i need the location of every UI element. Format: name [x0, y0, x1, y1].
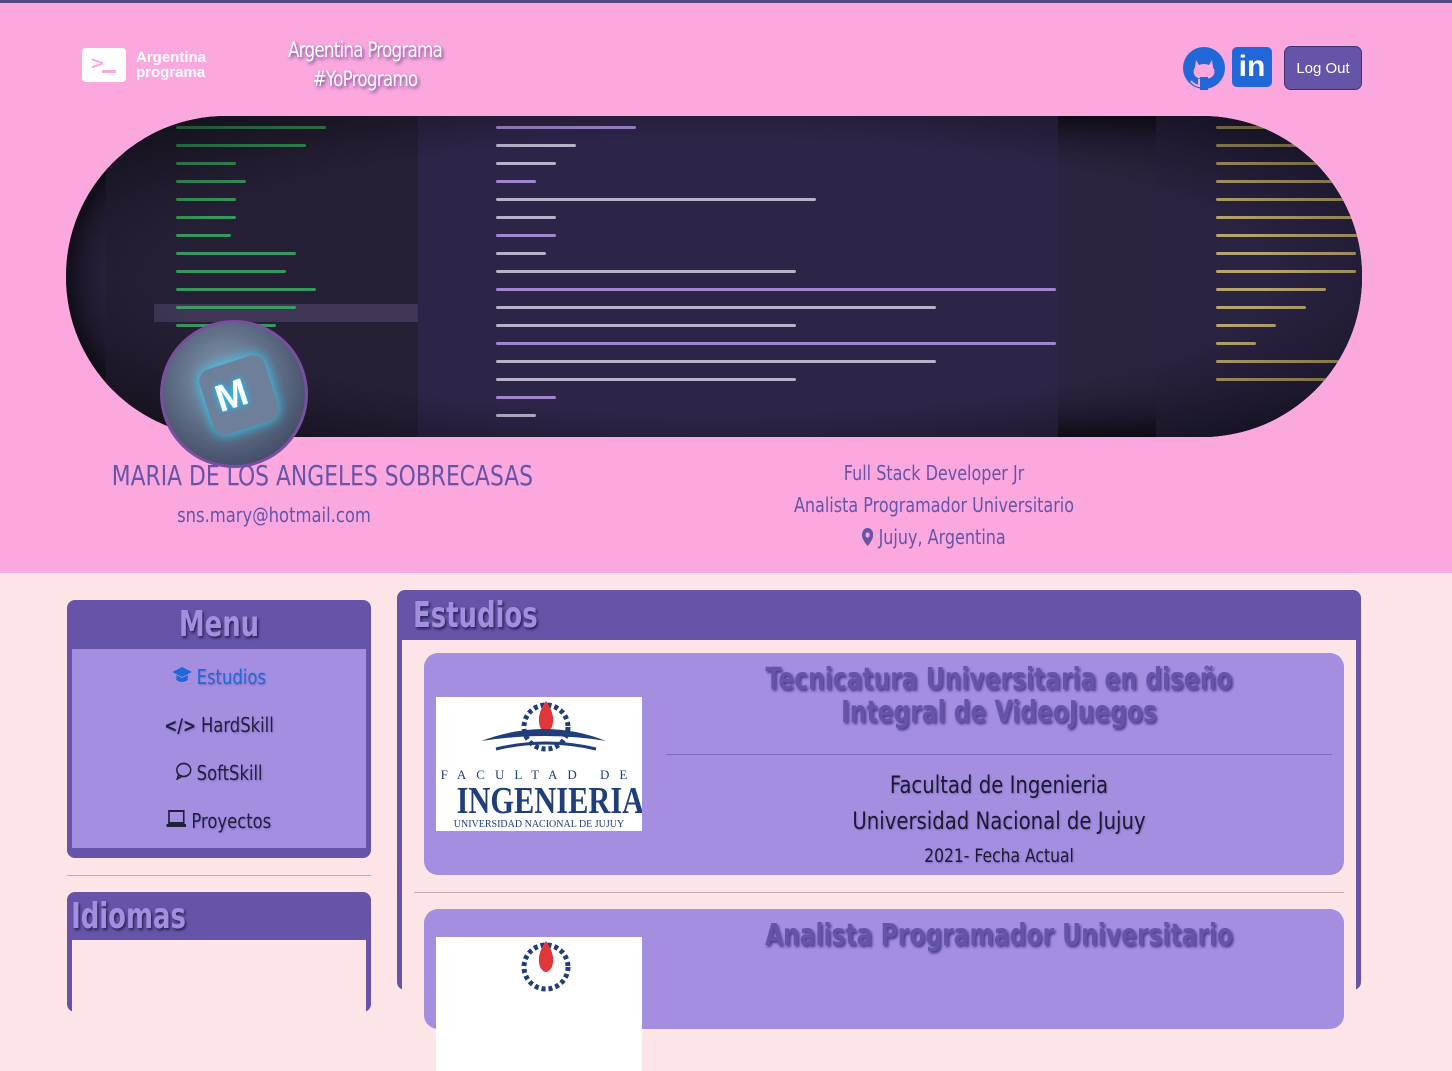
- profile-avatar: M: [160, 320, 308, 468]
- menu-item-label: Estudios: [196, 665, 266, 689]
- logo-text-line2: programa: [136, 64, 206, 81]
- study-separator: [414, 892, 1344, 893]
- estudios-panel: Estudios FACULTAD DE INGENIERIA UNIVERSI…: [397, 590, 1361, 1071]
- idiomas-title: Idiomas: [71, 896, 186, 937]
- menu-panel: Menu Estudios </> HardSkill SoftSkill Pro…: [67, 600, 371, 858]
- menu-item-proyectos[interactable]: Proyectos: [98, 809, 339, 833]
- profile-title1: Full Stack Developer Jr: [843, 461, 1025, 485]
- profile-location: Jujuy, Argentina: [774, 525, 1094, 549]
- chat-icon: [175, 762, 192, 785]
- menu-item-softskill[interactable]: SoftSkill: [98, 761, 339, 785]
- menu-item-label: SoftSkill: [196, 761, 263, 785]
- study-card: FACULTAD DE INGENIERIA UNIVERSIDAD NACIO…: [424, 653, 1344, 875]
- menu-title: Menu: [178, 604, 260, 645]
- profile-email: sns.mary@hotmail.com: [177, 503, 371, 527]
- study-institution1: Facultad de Ingenieria: [889, 771, 1109, 799]
- laptop-icon: [166, 810, 187, 833]
- argentina-programa-logo[interactable]: > Argentina programa: [82, 48, 206, 82]
- study-divider: [666, 754, 1332, 755]
- terminal-icon: >: [82, 48, 126, 82]
- facultad-ingenieria-logo: FACULTAD DE INGENIERIA UNIVERSIDAD NACIO…: [436, 697, 642, 831]
- menu-item-estudios[interactable]: Estudios: [98, 665, 339, 689]
- logo-text: Argentina programa: [136, 50, 206, 80]
- sidebar-divider: [67, 875, 371, 876]
- idiomas-content: [72, 940, 366, 1020]
- menu-item-label: HardSkill: [200, 713, 274, 737]
- menu-list: Estudios </> HardSkill SoftSkill Proyecto…: [72, 649, 366, 848]
- menu-item-label: Proyectos: [191, 809, 272, 833]
- logo-line2: INGENIERIA: [456, 780, 642, 822]
- brand-title-line1: Argentina Programa: [287, 38, 443, 62]
- profile-location-text: Jujuy, Argentina: [878, 525, 1006, 549]
- logo-line3: UNIVERSIDAD NACIONAL DE JUJUY: [453, 819, 625, 830]
- github-icon[interactable]: [1182, 46, 1226, 90]
- linkedin-icon[interactable]: in: [1232, 47, 1272, 87]
- estudios-list: FACULTAD DE INGENIERIA UNIVERSIDAD NACIO…: [402, 640, 1356, 1071]
- study-card: Analista Programador Universitario: [424, 909, 1344, 1071]
- brand-title-line2: #YoProgramo: [312, 67, 419, 91]
- code-icon: </>: [164, 715, 197, 737]
- linkedin-icon-label: in: [1238, 50, 1266, 83]
- study-title: Tecnicatura Universitaria en diseño Inte…: [765, 662, 1233, 730]
- menu-item-hardskill[interactable]: </> HardSkill: [98, 713, 339, 737]
- study-title: Analista Programador Universitario: [764, 918, 1234, 953]
- study-institution2: Universidad Nacional de Jujuy: [852, 807, 1146, 835]
- study-dates: 2021- Fecha Actual: [924, 845, 1074, 867]
- profile-title2: Analista Programador Universitario: [793, 493, 1075, 517]
- estudios-title: Estudios: [413, 595, 538, 636]
- map-pin-icon: [862, 525, 878, 549]
- logout-button[interactable]: Log Out: [1284, 46, 1362, 90]
- brand-title: Argentina Programa #YoProgramo: [283, 36, 448, 94]
- idiomas-panel: Idiomas: [67, 892, 371, 1020]
- logo-text-line1: Argentina: [136, 49, 207, 66]
- facultad-ingenieria-logo: [436, 937, 642, 1071]
- graduation-cap-icon: [172, 666, 192, 689]
- profile-name: MARIA DE LOS ANGELES SOBRECASAS: [111, 459, 534, 492]
